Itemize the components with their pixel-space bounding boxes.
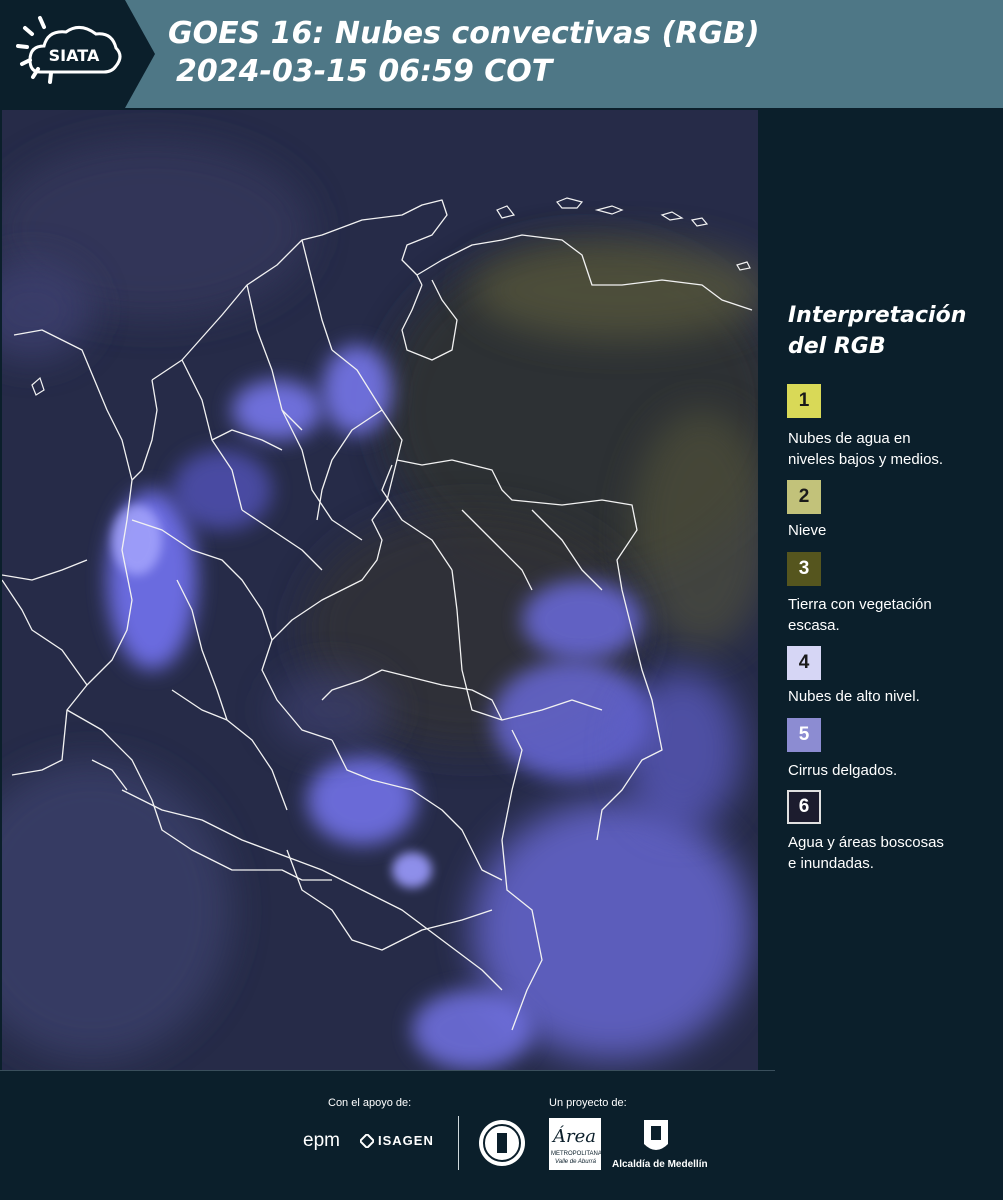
legend-label-6: Agua y áreas boscosas e inundadas. xyxy=(788,834,944,872)
footer: Con el apoyo de: Un proyecto de: epm ISA… xyxy=(0,1070,1003,1200)
support-label: Con el apoyo de: xyxy=(328,1097,412,1109)
legend-swatch-1: 1 xyxy=(787,384,821,418)
rgb-legend: Interpretación del RGB 1 Nubes de agua e… xyxy=(760,110,1003,1070)
logo-text: SIATA xyxy=(49,46,100,65)
siata-logo: SIATA xyxy=(0,0,155,108)
legend-swatch-2: 2 xyxy=(787,480,821,514)
title-line-1: GOES 16: Nubes convectivas (RGB) xyxy=(168,16,760,51)
medellin-seal-icon xyxy=(477,1118,527,1168)
epm-logo: epm xyxy=(303,1130,340,1151)
project-label: Un proyecto de: xyxy=(549,1097,627,1109)
alcaldia-label: Alcaldía de Medellín xyxy=(612,1159,708,1170)
area-metropolitana-logo: Área METROPOLITANA Valle de Aburrá xyxy=(549,1118,602,1170)
legend-label-2: Nieve xyxy=(788,522,827,539)
legend-swatch-5: 5 xyxy=(787,718,821,752)
legend-label-3: Tierra con vegetación escasa. xyxy=(788,596,932,634)
legend-label-4: Nubes de alto nivel. xyxy=(788,688,920,705)
footer-divider xyxy=(0,1070,775,1071)
legend-swatch-4: 4 xyxy=(787,646,821,680)
legend-swatch-3: 3 xyxy=(787,552,821,586)
isagen-logo: ISAGEN xyxy=(378,1133,434,1148)
alcaldia-shield-icon xyxy=(642,1118,670,1156)
legend-title: Interpretación del RGB xyxy=(788,303,967,359)
isagen-icon xyxy=(358,1132,376,1150)
satellite-map[interactable] xyxy=(2,110,758,1070)
legend-label-5: Cirrus delgados. xyxy=(788,762,898,779)
header: SIATA GOES 16: Nubes convectivas (RGB) 2… xyxy=(0,0,1003,108)
footer-separator xyxy=(458,1116,459,1170)
title-line-2: 2024-03-15 06:59 COT xyxy=(176,54,553,89)
legend-swatch-6: 6 xyxy=(787,790,821,824)
legend-label-1: Nubes de agua en niveles bajos y medios. xyxy=(788,430,944,468)
